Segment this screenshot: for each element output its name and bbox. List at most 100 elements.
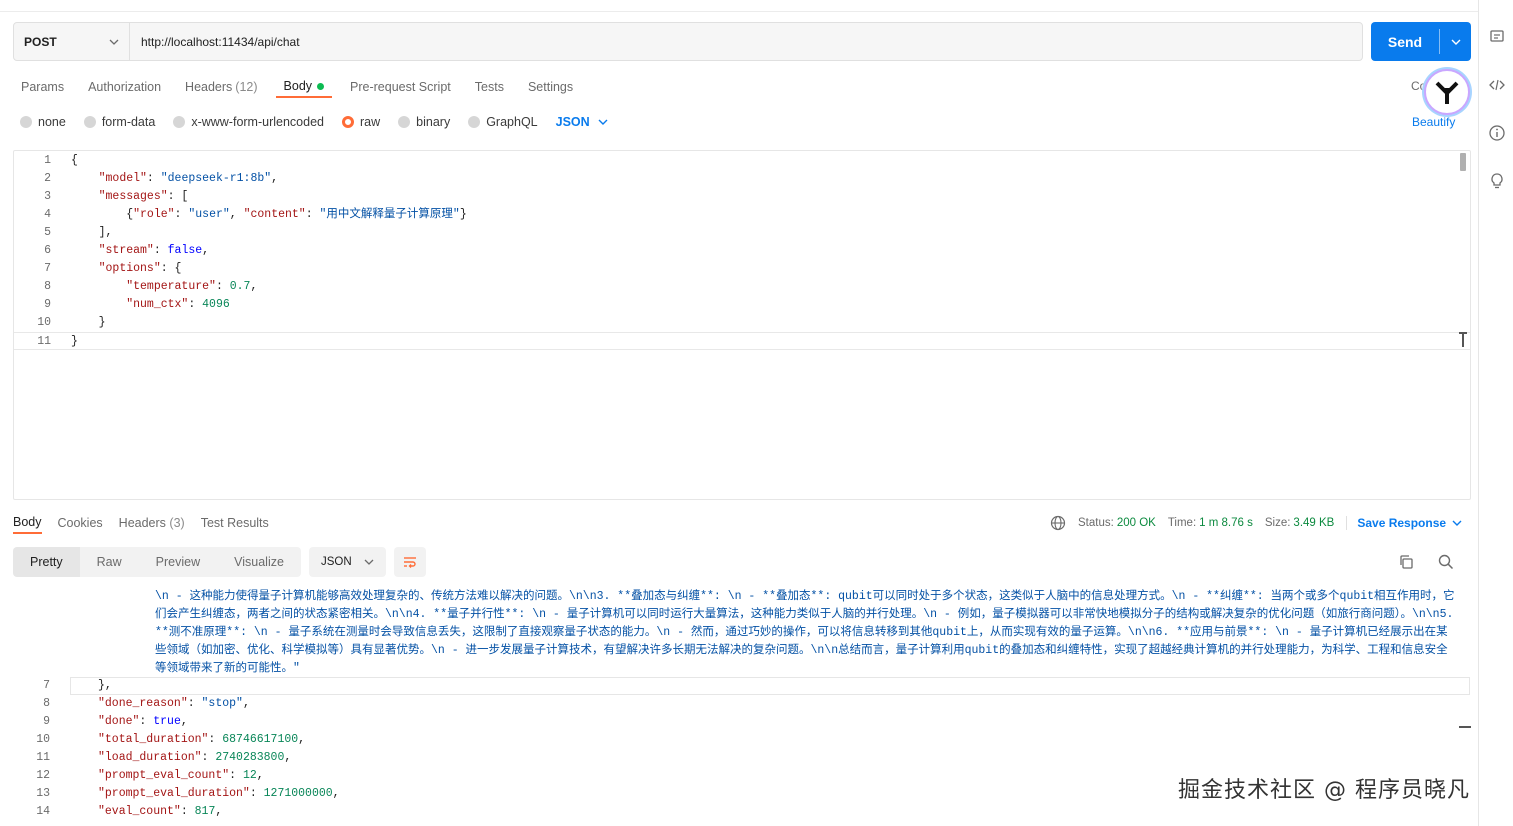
beautify-link[interactable]: Beautify — [1412, 115, 1455, 129]
time-field: Time: 1 m 8.76 s — [1168, 517, 1253, 529]
tab-authorization[interactable]: Authorization — [80, 76, 169, 98]
code-line: 4 {"role": "user", "content": "用中文解释量子计算… — [14, 206, 1470, 224]
json-key: "done_reason" — [98, 697, 188, 710]
tab-tests[interactable]: Tests — [467, 76, 512, 98]
lightbulb-icon[interactable] — [1488, 172, 1506, 190]
code-line: 2 "model": "deepseek-r1:8b", — [14, 170, 1470, 188]
json-key: "content" — [243, 208, 306, 221]
json-string: "stop" — [201, 697, 243, 710]
search-icon[interactable] — [1437, 553, 1455, 574]
line-number: 3 — [44, 190, 51, 203]
raw-format-select[interactable]: JSON — [556, 115, 608, 129]
line-number: 4 — [44, 208, 51, 221]
code-line: 8 "done_reason": "stop", — [13, 695, 1471, 713]
json-key: "messages" — [98, 190, 168, 203]
url-input[interactable] — [130, 23, 1362, 60]
code-line: 1{ — [14, 152, 1470, 170]
request-body-editor[interactable]: 1{ 2 "model": "deepseek-r1:8b", 3 "messa… — [13, 150, 1471, 500]
response-status-bar: Status: 200 OK Time: 1 m 8.76 s Size: 3.49 … — [1050, 515, 1462, 531]
time-label: Time: — [1167, 517, 1197, 529]
view-tab-visualize[interactable]: Visualize — [217, 547, 301, 577]
method-select[interactable]: POST — [14, 23, 130, 60]
code-icon[interactable] — [1488, 76, 1506, 94]
line-number: 5 — [44, 226, 51, 239]
tab-settings[interactable]: Settings — [520, 76, 581, 98]
json-key: "prompt_eval_duration" — [98, 787, 250, 800]
time-value: 1 m 8.76 s — [1199, 517, 1253, 529]
line-number: 1 — [44, 154, 51, 167]
response-tabs: Body Cookies Headers (3) Test Results — [13, 512, 285, 534]
status-field: Status: 200 OK — [1078, 517, 1156, 529]
line-number: 10 — [36, 733, 50, 746]
radio-graphql-label: GraphQL — [486, 115, 538, 129]
radio-graphql[interactable]: GraphQL — [468, 115, 538, 129]
send-button[interactable]: Send — [1371, 22, 1471, 61]
save-response-button[interactable]: Save Response — [1346, 516, 1462, 530]
editor-scrollbar[interactable] — [1460, 153, 1466, 171]
code-line: 9 "done": true, — [13, 713, 1471, 731]
response-tab-body[interactable]: Body — [13, 512, 42, 534]
size-value: 3.49 KB — [1293, 517, 1335, 529]
json-key: "role" — [133, 208, 175, 221]
code-text: } — [71, 335, 78, 348]
radio-none[interactable]: none — [20, 115, 66, 129]
code-text: "prompt_eval_duration": 1271000000, — [98, 787, 340, 800]
radio-raw[interactable]: raw — [342, 115, 380, 129]
copy-icon[interactable] — [1397, 553, 1415, 574]
json-key: "options" — [98, 262, 161, 275]
response-tab-headers[interactable]: Headers (3) — [119, 512, 185, 534]
response-tab-test-results-label: Test Results — [200, 516, 269, 530]
line-number: 8 — [44, 280, 51, 293]
view-tab-pretty[interactable]: Pretty — [13, 547, 80, 577]
json-string: "用中文解释量子计算原理" — [319, 208, 460, 221]
tab-params[interactable]: Params — [13, 76, 72, 98]
size-label: Size: — [1264, 517, 1291, 529]
headers-count: (12) — [235, 80, 258, 94]
code-text: {"role": "user", "content": "用中文解释量子计算原理… — [71, 208, 467, 221]
globe-icon[interactable] — [1050, 515, 1066, 531]
view-tab-preview[interactable]: Preview — [138, 547, 218, 577]
response-tab-cookies[interactable]: Cookies — [58, 512, 103, 534]
view-tab-raw[interactable]: Raw — [79, 547, 139, 577]
response-format-select[interactable]: JSON — [308, 547, 386, 577]
json-number: 817 — [194, 805, 216, 818]
json-key: "temperature" — [126, 280, 216, 293]
right-sidebar — [1478, 0, 1513, 826]
send-options-chevron-icon[interactable] — [1440, 39, 1471, 45]
info-icon[interactable] — [1488, 124, 1506, 142]
view-tab-visualize-label: Visualize — [234, 555, 284, 569]
chevron-down-icon — [109, 39, 119, 45]
response-content-string: \n - 这种能力使得量子计算机能够高效处理复杂的、传统方法难以解决的问题。\n… — [155, 590, 1455, 675]
response-tab-body-label: Body — [13, 515, 42, 529]
json-string: "deepseek-r1:8b" — [160, 172, 272, 185]
line-number: 9 — [44, 298, 51, 311]
wrap-icon — [403, 557, 416, 568]
tab-headers[interactable]: Headers (12) — [177, 76, 265, 98]
chevron-down-icon — [364, 559, 374, 565]
json-key: "eval_count" — [98, 805, 181, 818]
radio-form-data[interactable]: form-data — [83, 115, 155, 129]
comment-icon[interactable] — [1488, 28, 1506, 46]
wrap-lines-button[interactable] — [393, 547, 426, 577]
radio-urlencoded[interactable]: x-www-form-urlencoded — [173, 115, 324, 129]
request-url-bar: POST — [13, 22, 1363, 61]
code-text: "model": "deepseek-r1:8b", — [98, 172, 279, 185]
code-text: "eval_count": 817, — [98, 805, 223, 818]
code-line: 9 "num_ctx": 4096 — [14, 296, 1470, 314]
radio-binary[interactable]: binary — [398, 115, 450, 129]
radio-urlencoded-label: x-www-form-urlencoded — [191, 115, 324, 129]
tab-prerequest-script[interactable]: Pre-request Script — [342, 76, 459, 98]
chevron-down-icon — [598, 119, 608, 125]
code-line: 7}, — [13, 677, 1471, 695]
json-boolean: false — [167, 244, 203, 257]
code-text: "done_reason": "stop", — [98, 697, 250, 710]
response-tab-test-results[interactable]: Test Results — [201, 512, 269, 534]
radio-raw-label: raw — [360, 115, 381, 129]
code-text: "stream": false, — [98, 244, 210, 257]
radio-dot — [83, 116, 96, 128]
tab-body[interactable]: Body — [275, 76, 333, 98]
response-headers-count: (3) — [169, 516, 185, 530]
json-string: "user" — [188, 208, 230, 221]
text-cursor-icon — [1459, 332, 1467, 347]
code-text: ], — [71, 226, 113, 239]
